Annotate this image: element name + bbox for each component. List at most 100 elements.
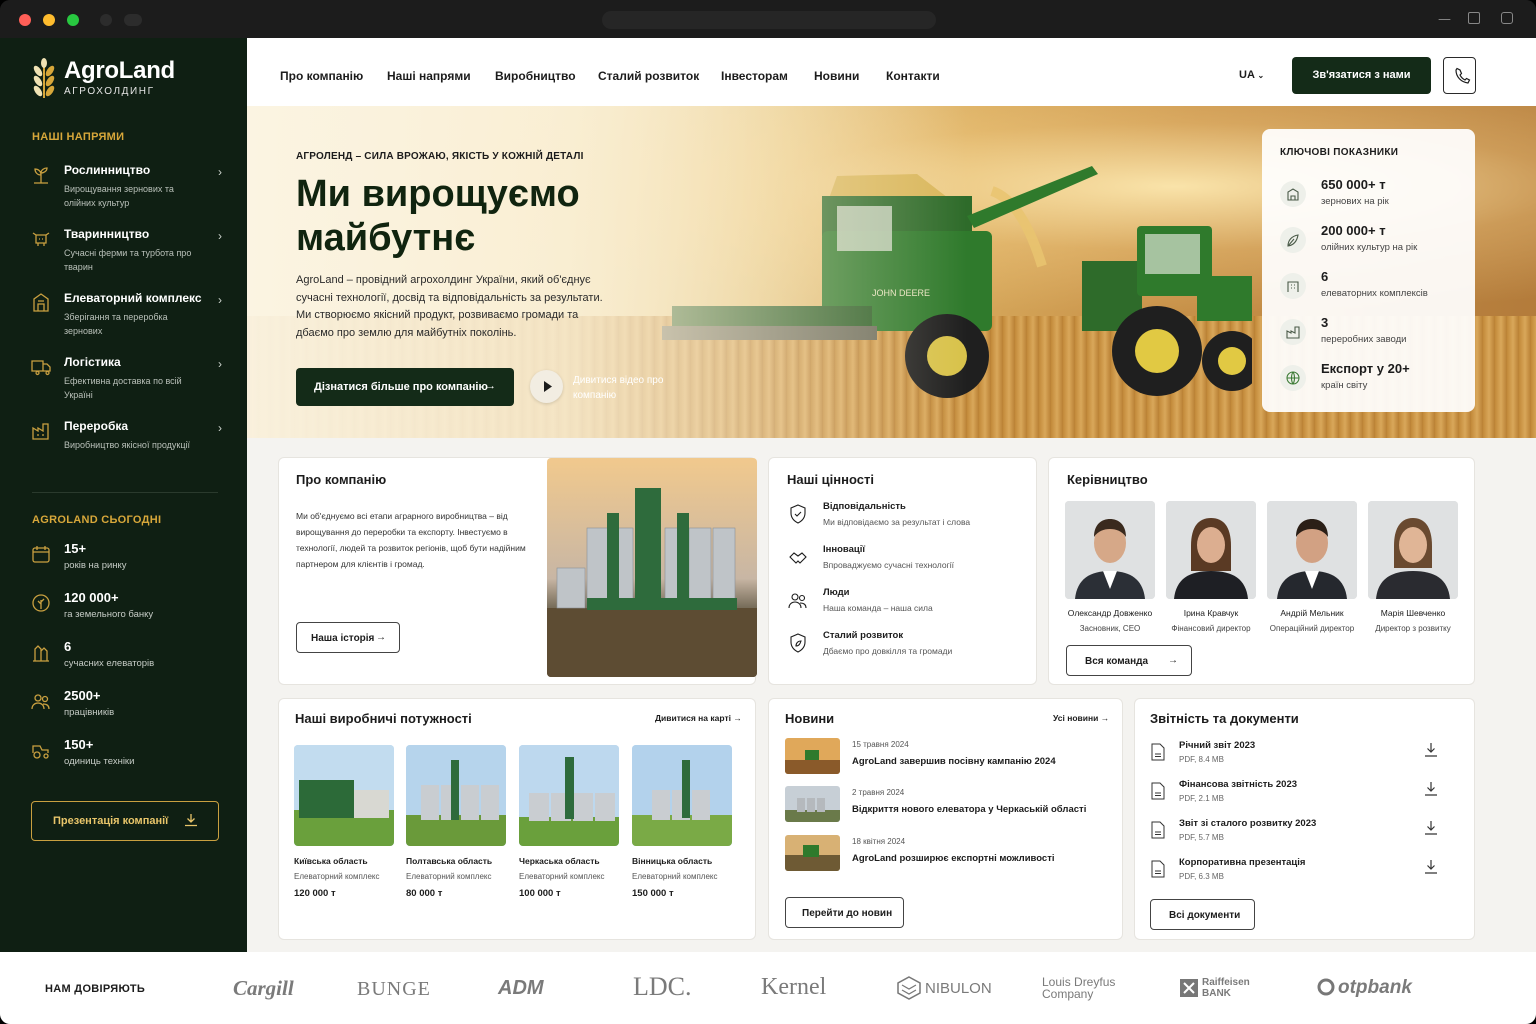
sidebar-item-processing[interactable]: Переробка Виробництво якісної продукції …: [30, 419, 226, 475]
map-link[interactable]: Дивитися на карті →: [655, 713, 742, 723]
person-role: Засновник, CEO: [1079, 624, 1141, 633]
minimize-icon[interactable]: —: [1438, 12, 1451, 27]
person-card[interactable]: Олександр Довженко Засновник, CEO: [1065, 501, 1155, 641]
nav-about[interactable]: Про компанію: [280, 69, 363, 83]
play-video-button[interactable]: [530, 370, 563, 403]
phone-button[interactable]: [1443, 57, 1476, 94]
logo-adm: ADM: [498, 977, 544, 999]
restore-icon[interactable]: [1468, 12, 1480, 24]
maximize-window-button[interactable]: [67, 14, 79, 26]
nav-production[interactable]: Виробництво: [495, 69, 576, 83]
kpi-row: 6 елеваторних комплексів: [1280, 269, 1470, 305]
factory-icon: [1280, 319, 1306, 345]
contact-button[interactable]: Зв'язатися з нами: [1292, 57, 1431, 94]
news-headline: Відкриття нового елеватора у Черкаській …: [852, 804, 1087, 815]
sidebar-divider: [32, 492, 218, 493]
window-icon[interactable]: [1501, 12, 1513, 24]
facility-type: Елеваторний комплекс: [294, 872, 380, 881]
sidebar-item-desc: Вирощування зернових та олійних культур: [64, 184, 174, 208]
sidebar-item-livestock[interactable]: Тваринництво Сучасні ферми та турбота пр…: [30, 227, 226, 283]
person-card[interactable]: Марія Шевченко Директор з розвитку: [1368, 501, 1458, 641]
value-item: Інновації Впроваджуємо сучасні технологі…: [787, 544, 1007, 580]
elevator-photo: [547, 458, 757, 677]
hero-description: AgroLand – провідний агрохолдинг України…: [296, 274, 603, 339]
watch-video-link[interactable]: Дивитися відео про компанію: [573, 373, 673, 403]
our-history-button[interactable]: Наша історія →: [296, 622, 400, 653]
person-card[interactable]: Андрій Мельник Операційний директор: [1267, 501, 1357, 641]
phone-icon: [1455, 67, 1471, 84]
facility-item[interactable]: Полтавська область Елеваторний комплекс …: [406, 745, 506, 905]
document-meta: PDF, 2.1 MB: [1179, 794, 1224, 803]
all-team-button[interactable]: Вся команда →: [1066, 645, 1192, 676]
person-name: Ірина Кравчук: [1183, 608, 1239, 618]
nav-contacts[interactable]: Контакти: [886, 69, 940, 83]
facility-item[interactable]: Київська область Елеваторний комплекс 12…: [294, 745, 394, 905]
nav-sustainability[interactable]: Сталий розвиток: [598, 69, 699, 83]
our-history-label: Наша історія: [311, 633, 375, 644]
facility-item[interactable]: Вінницька область Елеваторний комплекс 1…: [632, 745, 732, 905]
language-selector[interactable]: UA ⌄: [1239, 69, 1264, 81]
news-item[interactable]: 2 травня 2024 Відкриття нового елеватора…: [785, 786, 1105, 826]
otp-mark-icon: [1317, 978, 1335, 996]
cow-icon: [32, 232, 50, 246]
all-documents-button[interactable]: Всі документи: [1150, 899, 1255, 930]
download-icon[interactable]: [1424, 742, 1438, 758]
sidebar-item-elevator[interactable]: Елеваторний комплекс Зберігання та перер…: [30, 291, 226, 347]
nav-news[interactable]: Новини: [814, 69, 859, 83]
title-bar: —: [0, 0, 1536, 38]
minimize-window-button[interactable]: [43, 14, 55, 26]
learn-more-button[interactable]: Дізнатися більше про компанію →: [296, 368, 514, 406]
close-window-button[interactable]: [19, 14, 31, 26]
sidebar-item-desc: Зберігання та переробка зернових: [64, 312, 168, 336]
news-thumbnail: [785, 786, 840, 822]
directions-heading: НАШІ НАПРЯМИ: [32, 131, 125, 143]
leaf-icon: [1280, 227, 1306, 253]
all-news-link[interactable]: Усі новини →: [1053, 713, 1109, 723]
stat-employees: 2500+ працівників: [30, 688, 220, 728]
factory-icon: [32, 423, 49, 440]
stat-value: 15+: [64, 541, 87, 556]
go-to-news-button[interactable]: Перейти до новин: [785, 897, 904, 928]
top-header: Про компанію Наші напрями Виробництво Ст…: [247, 38, 1536, 106]
presentation-button[interactable]: Презентація компанії: [31, 801, 219, 841]
facilities-title: Наші виробничі потужності: [295, 711, 472, 726]
nav-investors[interactable]: Інвесторам: [721, 69, 788, 83]
nav-directions[interactable]: Наші напрями: [387, 69, 471, 83]
news-item[interactable]: 15 травня 2024 AgroLand завершив посівну…: [785, 738, 1105, 778]
sidebar-item-desc: Ефективна доставка по всій Україні: [64, 376, 182, 400]
facility-item[interactable]: Черкаська область Елеваторний комплекс 1…: [519, 745, 619, 905]
sidebar-item-logistics[interactable]: Логістика Ефективна доставка по всій Укр…: [30, 355, 226, 411]
download-icon[interactable]: [1424, 859, 1438, 875]
logo-name[interactable]: AgroLand: [64, 57, 175, 85]
document-item[interactable]: Корпоративна презентація PDF, 6.3 MB: [1150, 857, 1450, 887]
news-date: 2 травня 2024: [852, 788, 905, 797]
sidebar-item-crops[interactable]: Рослинництво Вирощування зернових та олі…: [30, 163, 226, 219]
download-icon[interactable]: [1424, 820, 1438, 836]
person-card[interactable]: Ірина Кравчук Фінансовий директор: [1166, 501, 1256, 641]
value-title: Сталий розвиток: [823, 630, 904, 641]
document-item[interactable]: Фінансова звітність 2023 PDF, 2.1 MB: [1150, 779, 1450, 809]
document-item[interactable]: Звіт зі сталого розвитку 2023 PDF, 5.7 M…: [1150, 818, 1450, 848]
logo-ldc: LDC.: [633, 972, 692, 1001]
logo-otpbank: otpbank: [1338, 977, 1412, 998]
facility-photo: [519, 745, 619, 846]
download-icon[interactable]: [1424, 781, 1438, 797]
value-item: Відповідальність Ми відповідаємо за резу…: [787, 501, 1007, 537]
stat-land: 120 000+ га земельного банку: [30, 590, 220, 630]
map-link-label: Дивитися на карті: [655, 713, 731, 723]
facility-capacity: 100 000 т: [519, 888, 561, 899]
learn-more-label: Дізнатися більше про компанію: [314, 381, 488, 393]
wheat-logo-icon: [33, 58, 55, 98]
chevron-right-icon: ›: [218, 357, 222, 371]
browser-window: — AgroLand АГРОХОЛДИНГ НАШІ НАПРЯМИ Росл…: [0, 0, 1536, 1024]
about-card: Про компанію Ми об'єднуємо всі етапи агр…: [278, 457, 757, 685]
value-desc: Ми відповідаємо за результат і слова: [823, 517, 971, 527]
news-item[interactable]: 18 квітня 2024 AgroLand розширює експорт…: [785, 835, 1105, 875]
person-role: Операційний директор: [1269, 624, 1355, 633]
address-bar[interactable]: [602, 11, 936, 29]
facility-photo: [632, 745, 732, 846]
stat-value: 150+: [64, 737, 94, 752]
kpi-value: 6: [1321, 269, 1329, 284]
person-role: Фінансовий директор: [1171, 624, 1251, 633]
document-item[interactable]: Річний звіт 2023 PDF, 8.4 MB: [1150, 740, 1450, 770]
